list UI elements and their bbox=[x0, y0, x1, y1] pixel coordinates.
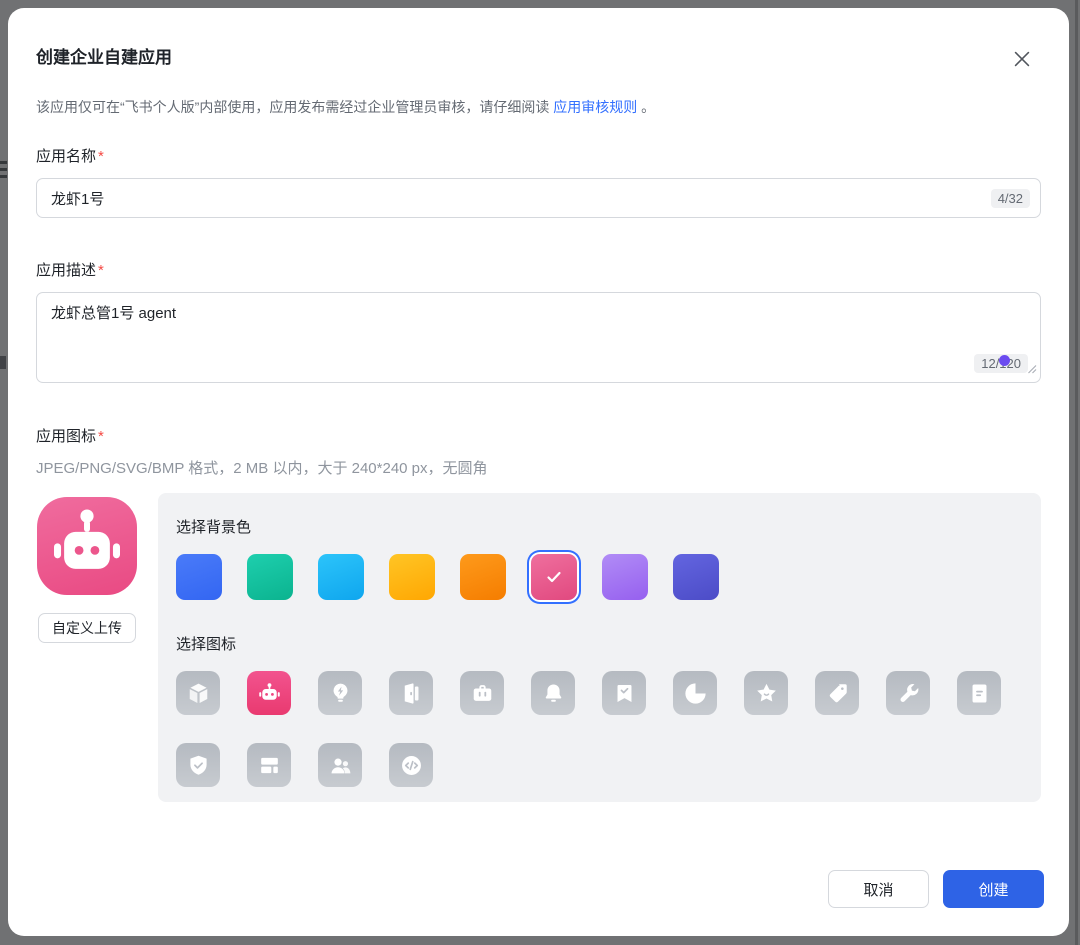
app-desc-label: 应用描述 * bbox=[36, 262, 104, 279]
briefcase-icon bbox=[469, 680, 496, 707]
textarea-resize-handle[interactable] bbox=[1027, 361, 1037, 379]
app-icon-preview bbox=[37, 497, 137, 595]
close-icon bbox=[1011, 48, 1033, 70]
icon-tile-pie[interactable] bbox=[673, 671, 717, 715]
subtitle-text: 该应用仅可在“飞书个人版”内部使用，应用发布需经过企业管理员审核，请仔细阅读 bbox=[36, 99, 554, 115]
custom-upload-button[interactable]: 自定义上传 bbox=[38, 613, 136, 643]
dialog-header: 创建企业自建应用 bbox=[36, 46, 1041, 72]
app-name-counter: 4/32 bbox=[990, 188, 1030, 208]
required-mark: * bbox=[98, 148, 104, 165]
star-icon bbox=[753, 680, 780, 707]
icon-picker-panel: 选择背景色 选择图标 bbox=[158, 493, 1041, 802]
color-swatch-green[interactable] bbox=[247, 554, 293, 600]
subtitle-suffix: 。 bbox=[637, 99, 656, 115]
app-icon-label: 应用图标 * bbox=[36, 428, 104, 445]
icon-tile-cube[interactable] bbox=[176, 671, 220, 715]
required-mark: * bbox=[98, 428, 104, 445]
app-name-input[interactable] bbox=[51, 189, 991, 207]
robot-icon bbox=[256, 680, 283, 707]
create-button[interactable]: 创建 bbox=[943, 870, 1044, 908]
required-mark: * bbox=[98, 262, 104, 279]
color-swatch-indigo[interactable] bbox=[673, 554, 719, 600]
create-app-dialog: 创建企业自建应用 该应用仅可在“飞书个人版”内部使用，应用发布需经过企业管理员审… bbox=[8, 8, 1069, 936]
app-name-input-wrap: 4/32 bbox=[36, 178, 1041, 218]
icon-tile-star[interactable] bbox=[744, 671, 788, 715]
code-icon bbox=[398, 752, 425, 779]
dialog-subtitle: 该应用仅可在“飞书个人版”内部使用，应用发布需经过企业管理员审核，请仔细阅读 应… bbox=[36, 96, 1041, 118]
bulb-icon bbox=[327, 680, 354, 707]
app-name-label: 应用名称 * bbox=[36, 148, 104, 165]
icon-tile-door[interactable] bbox=[389, 671, 433, 715]
bg-color-swatch-row bbox=[176, 554, 1021, 600]
icon-tile-code[interactable] bbox=[389, 743, 433, 787]
dialog-title: 创建企业自建应用 bbox=[36, 48, 172, 67]
background-page-fragment bbox=[0, 168, 7, 171]
background-page-fragment bbox=[0, 161, 7, 164]
app-desc-textarea[interactable]: 龙虾总管1号 agent bbox=[37, 293, 1040, 382]
bookmark-icon bbox=[611, 680, 638, 707]
icon-tile-tag[interactable] bbox=[815, 671, 859, 715]
icon-tile-wrench[interactable] bbox=[886, 671, 930, 715]
icon-picker-title: 选择图标 bbox=[176, 636, 237, 653]
icon-grid bbox=[176, 671, 1008, 787]
icon-tile-bookmark[interactable] bbox=[602, 671, 646, 715]
icon-tile-shield[interactable] bbox=[176, 743, 220, 787]
background-scrollbar bbox=[1075, 0, 1078, 945]
app-desc-textarea-wrap: 龙虾总管1号 agent 12/120 bbox=[36, 292, 1041, 383]
color-swatch-orange[interactable] bbox=[460, 554, 506, 600]
icon-tile-briefcase[interactable] bbox=[460, 671, 504, 715]
layout-icon bbox=[256, 752, 283, 779]
icon-tile-bulb[interactable] bbox=[318, 671, 362, 715]
review-rules-link[interactable]: 应用审核规则 bbox=[553, 99, 637, 115]
color-swatch-blue[interactable] bbox=[176, 554, 222, 600]
mouse-pointer-dot bbox=[999, 355, 1010, 366]
icon-tile-bell[interactable] bbox=[531, 671, 575, 715]
shield-icon bbox=[185, 752, 212, 779]
cube-icon bbox=[185, 680, 212, 707]
background-page-fragment bbox=[0, 175, 7, 178]
color-swatch-purple[interactable] bbox=[602, 554, 648, 600]
robot-icon bbox=[43, 502, 131, 590]
icon-tile-users[interactable] bbox=[318, 743, 362, 787]
tag-icon bbox=[824, 680, 851, 707]
icon-tile-document[interactable] bbox=[957, 671, 1001, 715]
icon-preview-column: 自定义上传 bbox=[36, 493, 138, 802]
close-button[interactable] bbox=[1009, 46, 1035, 72]
icon-tile-layout[interactable] bbox=[247, 743, 291, 787]
bg-color-title: 选择背景色 bbox=[176, 519, 252, 536]
users-icon bbox=[327, 752, 354, 779]
wrench-icon bbox=[895, 680, 922, 707]
background-page-fragment bbox=[0, 356, 6, 369]
bell-icon bbox=[540, 680, 567, 707]
dialog-footer: 取消 创建 bbox=[828, 870, 1044, 908]
color-swatch-pink[interactable] bbox=[531, 554, 577, 600]
color-swatch-yellow[interactable] bbox=[389, 554, 435, 600]
pie-icon bbox=[682, 680, 709, 707]
cancel-button[interactable]: 取消 bbox=[828, 870, 929, 908]
icon-tile-robot[interactable] bbox=[247, 671, 291, 715]
icon-section: 自定义上传 选择背景色 选择图标 bbox=[36, 493, 1041, 802]
check-icon bbox=[542, 565, 566, 589]
door-icon bbox=[398, 680, 425, 707]
color-swatch-cyan[interactable] bbox=[318, 554, 364, 600]
app-icon-hint: JPEG/PNG/SVG/BMP 格式，2 MB 以内，大于 240*240 p… bbox=[36, 460, 488, 477]
document-icon bbox=[966, 680, 993, 707]
